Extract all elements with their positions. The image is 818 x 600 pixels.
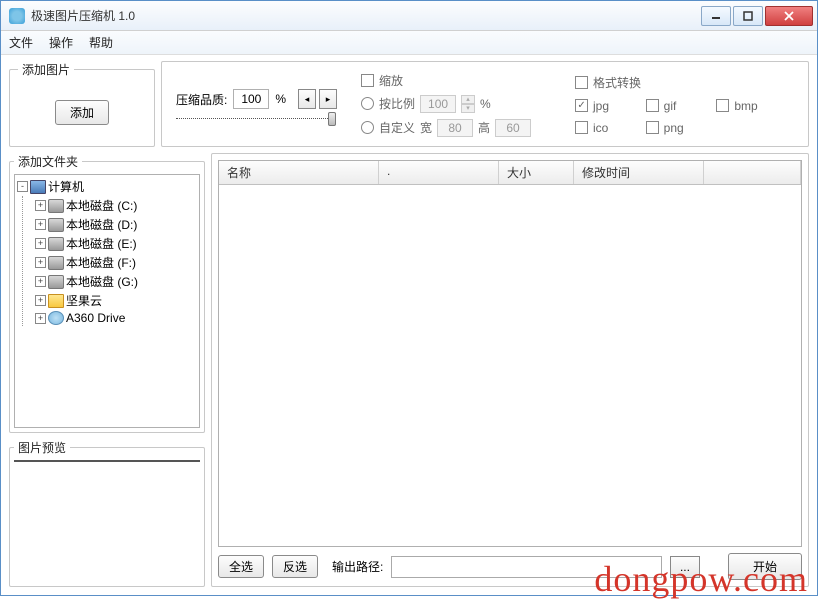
ratio-percent: %: [480, 97, 491, 111]
gif-checkbox[interactable]: [646, 99, 659, 112]
bmp-label: bmp: [734, 99, 757, 113]
col-spacer: [704, 161, 801, 184]
tree-node[interactable]: + 本地磁盘 (D:): [35, 215, 197, 234]
png-label: png: [664, 121, 684, 135]
folder-group: 添加文件夹 - 计算机 + 本地磁盘 (C:) + 本地磁盘 (D:) + 本地磁盘 (E…: [9, 153, 205, 433]
file-list[interactable]: 名称 . 大小 修改时间: [218, 160, 802, 547]
titlebar: 极速图片压缩机 1.0: [1, 1, 817, 31]
height-label: 高: [478, 119, 490, 136]
add-image-legend: 添加图片: [18, 61, 74, 78]
menu-operate[interactable]: 操作: [49, 34, 73, 51]
output-path-input[interactable]: [391, 556, 662, 578]
format-checkbox[interactable]: [575, 76, 588, 89]
computer-icon: [30, 180, 46, 194]
add-image-group: 添加图片 添加: [9, 61, 155, 147]
settings-group: 压缩品质: % ◂ ▸ 缩放: [161, 61, 809, 147]
expand-icon[interactable]: +: [35, 238, 46, 249]
format-label: 格式转换: [593, 74, 641, 91]
tree-node[interactable]: + 本地磁盘 (G:): [35, 272, 197, 291]
list-body: [219, 185, 801, 546]
slider-thumb-icon[interactable]: [328, 112, 336, 126]
tree-node-label[interactable]: 本地磁盘 (D:): [66, 216, 137, 233]
folder-tree[interactable]: - 计算机 + 本地磁盘 (C:) + 本地磁盘 (D:) + 本地磁盘 (E:) + 本地磁…: [14, 174, 200, 428]
gif-label: gif: [664, 99, 677, 113]
tree-node[interactable]: + 坚果云: [35, 291, 197, 310]
menu-file[interactable]: 文件: [9, 34, 33, 51]
expand-icon[interactable]: +: [35, 276, 46, 287]
expand-icon[interactable]: +: [35, 257, 46, 268]
width-label: 宽: [420, 119, 432, 136]
tree-node-label[interactable]: 本地磁盘 (F:): [66, 254, 136, 271]
col-name[interactable]: 名称: [219, 161, 379, 184]
drive-icon: [48, 237, 64, 251]
select-all-button[interactable]: 全选: [218, 555, 264, 578]
drive-icon: [48, 256, 64, 270]
folder-icon: [48, 294, 64, 308]
ico-label: ico: [593, 121, 608, 135]
tree-node-label[interactable]: 坚果云: [66, 292, 102, 309]
collapse-icon[interactable]: -: [17, 181, 28, 192]
tree-root-label[interactable]: 计算机: [48, 178, 84, 195]
col-time[interactable]: 修改时间: [574, 161, 704, 184]
quality-label: 压缩品质:: [176, 91, 227, 108]
quality-down-icon[interactable]: ◂: [298, 89, 316, 109]
close-button[interactable]: [765, 6, 813, 26]
quality-percent: %: [275, 92, 286, 106]
quality-input[interactable]: [233, 89, 269, 109]
col-ext[interactable]: .: [379, 161, 499, 184]
scale-checkbox[interactable]: [361, 74, 374, 87]
drive-icon: [48, 275, 64, 289]
png-checkbox[interactable]: [646, 121, 659, 134]
quality-up-icon[interactable]: ▸: [319, 89, 337, 109]
custom-radio[interactable]: [361, 121, 374, 134]
ratio-input[interactable]: [420, 95, 456, 113]
ico-checkbox[interactable]: [575, 121, 588, 134]
bmp-checkbox[interactable]: [716, 99, 729, 112]
tree-node[interactable]: + 本地磁盘 (E:): [35, 234, 197, 253]
tree-node[interactable]: + 本地磁盘 (F:): [35, 253, 197, 272]
jpg-checkbox[interactable]: [575, 99, 588, 112]
maximize-button[interactable]: [733, 6, 763, 26]
drive-icon: [48, 218, 64, 232]
menubar: 文件 操作 帮助: [1, 31, 817, 55]
tree-node[interactable]: + 本地磁盘 (C:): [35, 196, 197, 215]
list-header: 名称 . 大小 修改时间: [219, 161, 801, 185]
col-size[interactable]: 大小: [499, 161, 574, 184]
ratio-radio[interactable]: [361, 97, 374, 110]
expand-icon[interactable]: +: [35, 200, 46, 211]
drive-icon: [48, 199, 64, 213]
ratio-label: 按比例: [379, 95, 415, 112]
tree-node-label[interactable]: A360 Drive: [66, 311, 125, 325]
expand-icon[interactable]: +: [35, 313, 46, 324]
tree-node-label[interactable]: 本地磁盘 (G:): [66, 273, 138, 290]
scale-label: 缩放: [379, 72, 403, 89]
minimize-button[interactable]: [701, 6, 731, 26]
start-button[interactable]: 开始: [728, 553, 802, 580]
menu-help[interactable]: 帮助: [89, 34, 113, 51]
width-input[interactable]: [437, 119, 473, 137]
preview-legend: 图片预览: [14, 439, 70, 456]
tree-node[interactable]: + A360 Drive: [35, 310, 197, 326]
jpg-label: jpg: [593, 99, 609, 113]
file-panel: 名称 . 大小 修改时间 全选 反选 输出路径: ... 开始: [211, 153, 809, 587]
add-button[interactable]: 添加: [55, 100, 109, 125]
folder-legend: 添加文件夹: [14, 153, 82, 170]
height-input[interactable]: [495, 119, 531, 137]
ratio-spinner[interactable]: ▴▾: [461, 95, 475, 113]
output-label: 输出路径:: [332, 558, 383, 575]
preview-area: [14, 460, 200, 462]
preview-group: 图片预览: [9, 439, 205, 587]
tree-node-label[interactable]: 本地磁盘 (C:): [66, 197, 137, 214]
app-icon: [9, 8, 25, 24]
expand-icon[interactable]: +: [35, 295, 46, 306]
quality-slider[interactable]: [176, 117, 336, 119]
browse-button[interactable]: ...: [670, 556, 700, 578]
custom-label: 自定义: [379, 119, 415, 136]
expand-icon[interactable]: +: [35, 219, 46, 230]
invert-select-button[interactable]: 反选: [272, 555, 318, 578]
window-title: 极速图片压缩机 1.0: [31, 7, 701, 24]
tree-node-label[interactable]: 本地磁盘 (E:): [66, 235, 137, 252]
cloud-icon: [48, 311, 64, 325]
